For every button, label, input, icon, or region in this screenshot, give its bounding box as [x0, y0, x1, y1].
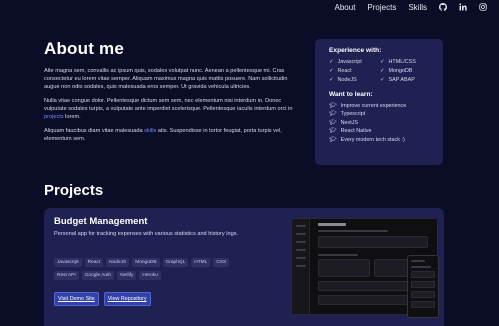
check-icon: ✓: [380, 68, 385, 74]
project-title: Budget Management: [54, 216, 148, 227]
about-heading: About me: [44, 39, 124, 58]
skills-link[interactable]: skills: [144, 128, 156, 134]
tech-tag: HTML: [191, 258, 211, 267]
project-tags: Javascript React NodeJS MongoDB GraphQL …: [54, 258, 244, 280]
nav-projects-link[interactable]: Projects: [367, 3, 396, 12]
project-description: Personal app for tracking expenses with …: [54, 231, 239, 237]
list-item: ✓ Javascript: [329, 59, 362, 65]
about-paragraph-3: Aliquam faucibus diam vitae malesuada sk…: [44, 128, 282, 143]
experience-list: ✓ Javascript ✓ HTML/CSS ✓ React ✓ MongoDB ✓ N…: [329, 59, 429, 83]
learn-heading: Want to learn:: [329, 91, 373, 98]
about-paragraph-2: Nulla vitae congue dolor. Pellentesque d…: [44, 98, 293, 120]
nav-about-link[interactable]: About: [335, 3, 356, 12]
check-icon: ✓: [329, 77, 334, 83]
list-item: 🎓︎ Improve current experience: [329, 103, 407, 109]
list-item: 🎓︎ Typescript: [329, 111, 366, 118]
experience-heading: Experience with:: [329, 47, 382, 54]
check-icon: ✓: [380, 77, 385, 83]
list-item: ✓ SAP ABAP: [380, 77, 415, 83]
graduation-cap-icon: 🎓︎: [329, 119, 337, 126]
tech-tag: MongoDB: [132, 258, 160, 267]
list-item: ✓ HTML/CSS: [380, 59, 416, 65]
tech-tag: Rest API: [54, 271, 79, 280]
project-card: Budget Management Personal app for track…: [44, 208, 444, 326]
about-paragraph-1: Alte magna sem, convallis ac ipsum quis,…: [44, 68, 288, 90]
project-actions: Visit Demo Site View Repository: [54, 292, 151, 306]
tech-tag: Javascript: [54, 258, 82, 267]
tech-tag: NodeJS: [106, 258, 130, 267]
projects-heading: Projects: [44, 182, 104, 199]
project-screenshot-mobile: [407, 255, 439, 318]
learn-list: 🎓︎ Improve current experience 🎓︎ Typescrip…: [329, 103, 429, 143]
list-item: 🎓︎ Every modern tech stack :): [329, 136, 405, 143]
tech-tag: CSS: [213, 258, 230, 267]
graduation-cap-icon: 🎓︎: [329, 136, 337, 143]
tech-tag: Netlify: [117, 271, 137, 280]
graduation-cap-icon: 🎓︎: [329, 111, 337, 118]
skills-card: Experience with: ✓ Javascript ✓ HTML/CSS ✓…: [315, 39, 443, 165]
list-item: ✓ React: [329, 68, 352, 74]
view-repository-button[interactable]: View Repository: [103, 292, 151, 306]
list-item: 🎓︎ React Native: [329, 128, 372, 135]
visit-demo-button[interactable]: Visit Demo Site: [54, 292, 99, 306]
check-icon: ✓: [329, 59, 334, 65]
tech-tag: GraphQL: [162, 258, 189, 267]
nav-skills-link[interactable]: Skills: [408, 3, 427, 12]
graduation-cap-icon: 🎓︎: [329, 128, 337, 135]
tech-tag: Heroku: [139, 271, 161, 280]
graduation-cap-icon: 🎓︎: [329, 103, 337, 109]
about-text: Alte magna sem, convallis ac ipsum quis,…: [44, 68, 300, 150]
check-icon: ✓: [329, 68, 334, 74]
instagram-icon[interactable]: [479, 3, 487, 11]
projects-link[interactable]: projects: [44, 114, 64, 120]
tech-tag: React: [84, 258, 104, 267]
list-item: ✓ NodeJS: [329, 77, 357, 83]
list-item: ✓ MongoDB: [380, 68, 413, 74]
linkedin-icon[interactable]: [459, 3, 467, 11]
check-icon: ✓: [380, 59, 385, 65]
github-icon[interactable]: [439, 3, 447, 11]
list-item: 🎓︎ NextJS: [329, 119, 358, 126]
top-nav: About Projects Skills: [335, 0, 499, 14]
tech-tag: Google Auth: [81, 271, 115, 280]
